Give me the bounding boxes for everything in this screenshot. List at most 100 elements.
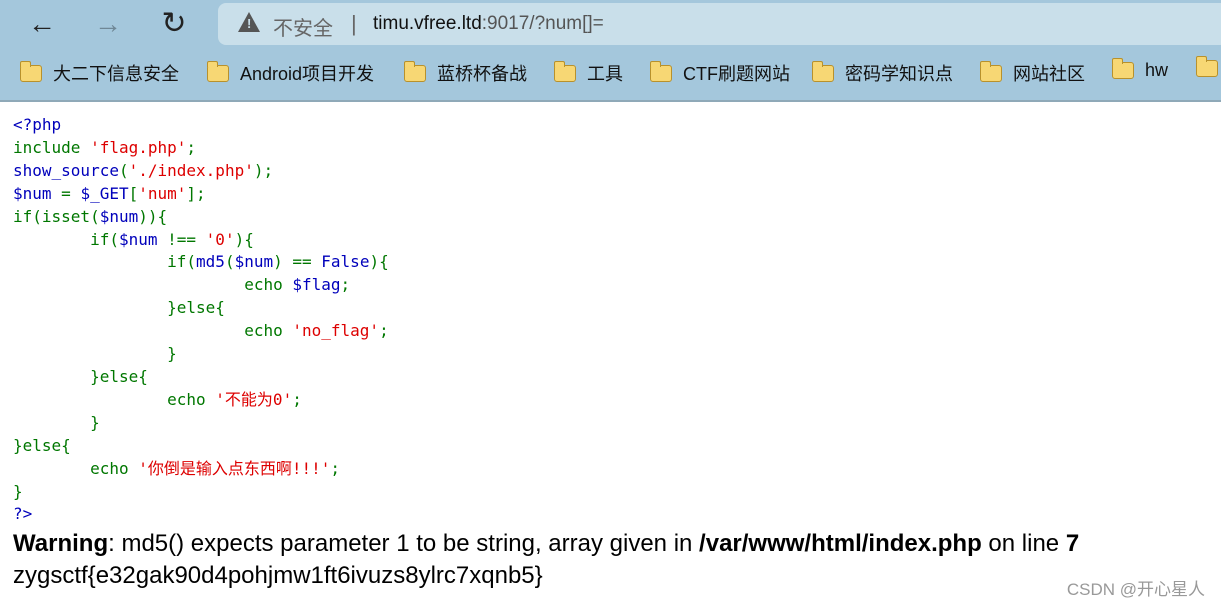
code-token: } <box>13 344 177 364</box>
code-token: '不能为0' <box>215 389 293 409</box>
code-line: if(isset($num)){ <box>13 207 167 226</box>
code-token: ){ <box>234 229 254 249</box>
code-token: ( <box>118 160 129 180</box>
code-line: include 'flag.php'; <box>13 138 196 157</box>
bookmark-item[interactable]: 大二下信息安全 <box>19 60 179 86</box>
folder-icon <box>1111 58 1134 79</box>
bookmark-label: 蓝桥杯备战 <box>437 64 527 84</box>
code-token: ) == <box>273 252 322 272</box>
code-token: echo <box>13 458 139 478</box>
code-token: 'flag.php' <box>90 137 187 157</box>
code-token: [ <box>128 183 139 203</box>
code-line: echo $flag; <box>13 275 350 294</box>
code-token: '你倒是输入点东西啊!!!' <box>138 458 331 478</box>
folder-icon <box>979 60 1002 82</box>
watermark: CSDN @开心星人 <box>1066 580 1205 599</box>
code-token: ; <box>186 137 197 157</box>
url-path: :9017/?num[]= <box>481 13 604 34</box>
code-token: ; <box>379 321 389 341</box>
code-token: echo <box>13 389 216 409</box>
code-token: echo <box>13 275 293 295</box>
address-bar[interactable]: ! 不安全 | timu.vfree.ltd:9017/?num[]= <box>218 3 1221 45</box>
code-token: !== <box>167 229 206 249</box>
code-token: ; <box>340 275 351 295</box>
code-token: False <box>321 252 370 272</box>
bookmark-label: 工具 <box>587 64 623 84</box>
code-line: ?> <box>13 504 32 523</box>
code-token: ?> <box>13 504 33 524</box>
warning-icon[interactable]: ! <box>238 12 260 32</box>
code-token: 'num' <box>138 183 187 203</box>
code-token: show_source <box>13 160 119 180</box>
bookmark-overflow[interactable] <box>1195 56 1221 77</box>
reload-button[interactable]: ↻ <box>156 6 192 42</box>
code-line: }else{ <box>13 367 148 386</box>
code-token: }else{ <box>13 366 148 386</box>
bookmark-item[interactable]: CTF刷题网站 <box>649 60 790 86</box>
code-token: ( <box>224 252 235 272</box>
php-source: <?php include 'flag.php'; show_source('.… <box>13 114 389 526</box>
code-token: $flag <box>292 275 341 295</box>
code-token: ){ <box>369 252 389 272</box>
divider: | <box>351 11 357 36</box>
code-token: } <box>13 481 23 501</box>
warning-message: Warning: md5() expects parameter 1 to be… <box>13 530 1079 558</box>
forward-button[interactable]: → <box>90 6 126 42</box>
code-line: } <box>13 413 100 432</box>
flag-output: zygsctf{e32gak90d4pohjmw1ft6ivuzs8ylrc7x… <box>13 562 543 589</box>
code-token: './index.php' <box>128 160 254 180</box>
code-line: } <box>13 344 177 363</box>
code-token: md5 <box>196 252 225 272</box>
bookmark-item[interactable]: 蓝桥杯备战 <box>403 60 527 86</box>
folder-icon <box>1195 56 1218 77</box>
bookmark-label: 密码学知识点 <box>845 64 953 84</box>
folder-icon <box>811 60 834 82</box>
bookmark-label: 网站社区 <box>1013 64 1085 84</box>
code-line: echo '不能为0'; <box>13 390 302 409</box>
code-line: $num = $_GET['num']; <box>13 184 206 203</box>
bookmark-label: 大二下信息安全 <box>53 64 179 84</box>
warning-line-number: 7 <box>1065 530 1080 557</box>
code-token: $num <box>234 252 274 272</box>
code-token: <?php <box>13 115 62 134</box>
code-token: include <box>13 137 91 157</box>
code-line: }else{ <box>13 298 225 317</box>
bookmark-item[interactable]: 网站社区 <box>979 60 1085 86</box>
back-button[interactable]: ← <box>24 6 60 42</box>
code-line: show_source('./index.php'); <box>13 161 273 180</box>
code-token: if( <box>13 252 197 272</box>
code-token: 'no_flag' <box>292 321 380 341</box>
code-token: '0' <box>205 229 235 249</box>
code-token: ; <box>292 389 302 409</box>
code-token: }else{ <box>13 298 225 318</box>
bookmark-item[interactable]: 工具 <box>553 60 623 86</box>
browser-toolbar: ← → ↻ ! 不安全 | timu.vfree.ltd:9017/?num[]… <box>0 0 1221 102</box>
bookmark-item[interactable]: 密码学知识点 <box>811 60 953 86</box>
bookmark-item[interactable]: hw <box>1111 58 1169 81</box>
code-line: if(md5($num) == False){ <box>13 252 389 271</box>
code-token: ; <box>330 458 341 478</box>
code-token: ); <box>253 160 274 180</box>
folder-icon <box>649 60 672 82</box>
code-line: } <box>13 482 23 501</box>
bookmark-item[interactable]: Android项目开发 <box>206 60 374 86</box>
code-token: } <box>13 412 100 432</box>
code-token: }else{ <box>13 435 71 455</box>
bookmark-label: hw <box>1145 60 1169 80</box>
code-token: ]; <box>186 183 206 203</box>
url-text[interactable]: timu.vfree.ltd:9017/?num[]= <box>373 13 604 35</box>
code-line: if($num !== '0'){ <box>13 230 254 249</box>
warning-text: : md5() expects parameter 1 to be string… <box>108 530 700 557</box>
warning-text-line: on line <box>981 530 1066 557</box>
arrow-right-icon: → <box>94 8 122 39</box>
code-token: $num <box>99 206 139 226</box>
security-label[interactable]: 不安全 <box>273 12 333 41</box>
code-token: if(isset( <box>13 206 100 226</box>
warning-file: /var/www/html/index.php <box>699 530 982 557</box>
code-line: <?php <box>13 115 61 134</box>
arrow-left-icon: ← <box>28 8 56 39</box>
folder-icon <box>206 60 229 82</box>
warning-label: Warning <box>13 530 109 557</box>
folder-icon <box>19 60 42 82</box>
code-token: echo <box>13 321 293 341</box>
